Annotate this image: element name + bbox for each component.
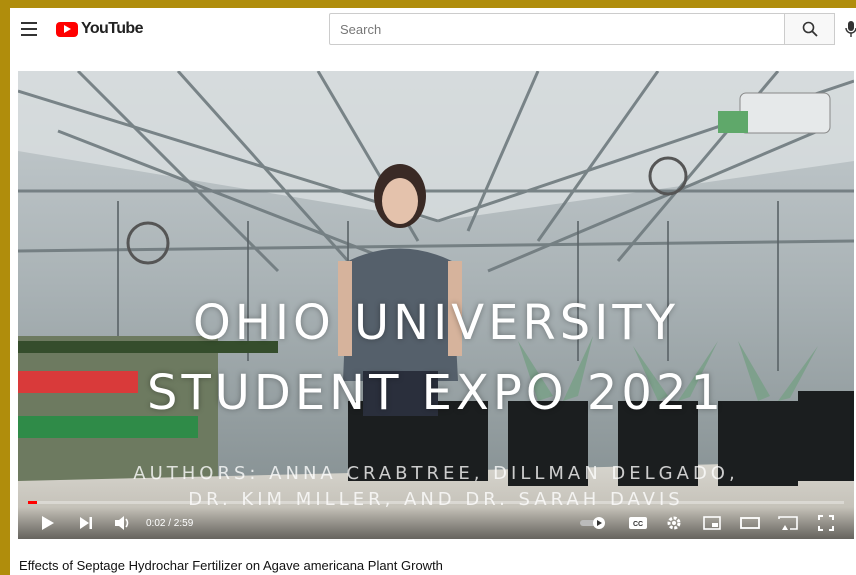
cast-icon	[778, 516, 798, 530]
theater-icon	[740, 517, 760, 529]
cc-icon: CC	[629, 517, 647, 529]
miniplayer-button[interactable]	[700, 511, 724, 535]
play-button[interactable]	[38, 511, 58, 535]
captions-button[interactable]: CC	[626, 511, 650, 535]
video-player[interactable]: OHIO UNIVERSITY STUDENT EXPO 2021 AUTHOR…	[18, 71, 854, 539]
miniplayer-icon	[703, 516, 721, 530]
youtube-logo[interactable]: YouTube	[56, 18, 143, 40]
progress-played	[28, 501, 37, 504]
settings-icon	[667, 516, 681, 530]
search-icon	[802, 21, 818, 37]
svg-text:CC: CC	[633, 521, 643, 528]
menu-icon[interactable]	[18, 18, 40, 40]
fullscreen-icon	[818, 515, 834, 531]
progress-bar[interactable]	[28, 501, 844, 504]
next-button[interactable]	[76, 511, 96, 535]
overlay-title-line1: OHIO UNIVERSITY	[192, 295, 680, 351]
overlay-title-line2: STUDENT EXPO 2021	[146, 365, 726, 421]
top-bar: YouTube	[10, 8, 856, 52]
youtube-play-logo-icon	[56, 21, 78, 37]
volume-button[interactable]	[112, 511, 134, 535]
search-input[interactable]	[329, 13, 785, 45]
volume-icon	[115, 516, 129, 530]
video-title: Effects of Septage Hydrochar Fertilizer …	[19, 558, 443, 573]
fullscreen-button[interactable]	[814, 511, 838, 535]
mic-icon[interactable]	[844, 18, 856, 40]
settings-button[interactable]	[662, 511, 686, 535]
logo-text: YouTube	[81, 20, 143, 37]
search-button[interactable]	[785, 13, 835, 45]
youtube-window: YouTube Search OHIO UNIVERSITY STUDENT E…	[10, 8, 856, 575]
autoplay-toggle[interactable]	[578, 511, 610, 535]
player-controls: 0:02 / 2:59 CC	[18, 507, 854, 539]
theater-button[interactable]	[738, 511, 762, 535]
authors-line1: AUTHORS: ANNA CRABTREE, DILLMAN DELGADO,	[133, 463, 739, 484]
autoplay-toggle-icon	[580, 517, 605, 529]
next-icon	[80, 517, 92, 529]
cast-button[interactable]	[776, 511, 800, 535]
play-icon	[42, 516, 54, 530]
time-display: 0:02 / 2:59	[146, 518, 194, 529]
